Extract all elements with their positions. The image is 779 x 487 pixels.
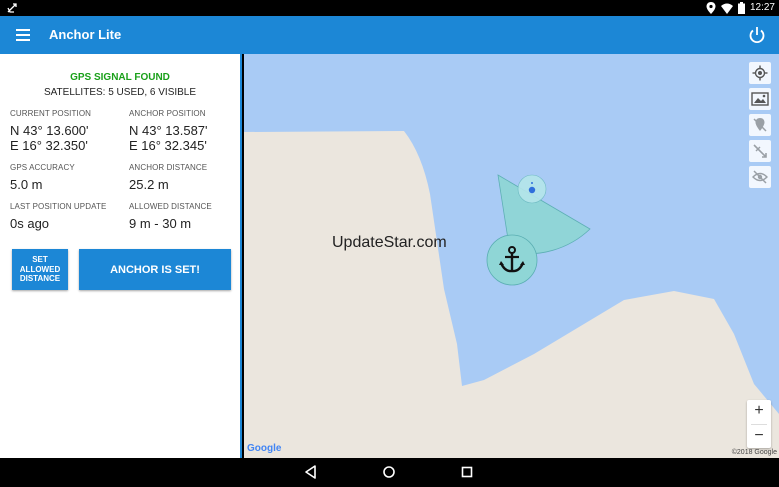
last-position-update: LAST POSITION UPDATE 0s ago <box>10 202 106 231</box>
app-title: Anchor Lite <box>49 27 122 42</box>
anchor-line-icon <box>753 144 767 158</box>
watermark: UpdateStar.com <box>332 234 447 251</box>
anchor-distance: ANCHOR DISTANCE 25.2 m <box>129 163 207 192</box>
map-layers-button[interactable] <box>749 88 771 110</box>
clock: 12:27 <box>749 2 775 13</box>
my-location-icon <box>752 65 768 81</box>
current-position-lat: N 43° 13.600' <box>10 123 89 138</box>
allowed-distance-label: ALLOWED DISTANCE <box>129 202 212 211</box>
my-location-button[interactable] <box>749 62 771 84</box>
allowed-distance-value: 9 m - 30 m <box>129 216 192 231</box>
location-icon <box>706 2 716 14</box>
recents-icon[interactable] <box>459 464 475 480</box>
status-right: 12:27 <box>706 1 775 15</box>
anchor-distance-value: 25.2 m <box>129 177 169 192</box>
anchor-position-lon: E 16° 32.345' <box>129 138 207 153</box>
anchor-position: ANCHOR POSITION N 43° 13.587' E 16° 32.3… <box>129 109 208 153</box>
status-bar: 12:27 <box>0 0 779 16</box>
pin-off-button[interactable] <box>749 114 771 136</box>
anchor-position-lat: N 43° 13.587' <box>129 123 208 138</box>
zoom-in-button[interactable]: + <box>747 400 771 424</box>
map-layers-icon <box>751 92 769 106</box>
google-logo-text: Google <box>247 443 282 454</box>
zoom-controls: + − <box>747 400 771 448</box>
pin-off-icon <box>753 118 767 132</box>
current-position-label: CURRENT POSITION <box>10 109 92 118</box>
last-position-update-value: 0s ago <box>10 216 50 231</box>
current-position-lon: E 16° 32.350' <box>10 138 88 153</box>
gps-accuracy-label: GPS ACCURACY <box>10 163 75 172</box>
satellite-count: SATELLITES: 5 USED, 6 VISIBLE <box>43 87 197 98</box>
current-position: CURRENT POSITION N 43° 13.600' E 16° 32.… <box>10 109 91 153</box>
current-position-dot <box>528 186 536 194</box>
anchor-line-button[interactable] <box>749 140 771 162</box>
anchor-distance-label: ANCHOR DISTANCE <box>129 163 208 172</box>
menu-icon[interactable] <box>14 26 34 44</box>
land-area <box>244 131 779 458</box>
map-copyright: ©2018 Google <box>731 449 777 456</box>
gps-status: GPS SIGNAL FOUND <box>70 72 170 83</box>
map-tools <box>749 62 771 188</box>
app-bar: Anchor Lite <box>0 16 779 54</box>
google-logo: Google <box>247 443 281 454</box>
power-icon[interactable] <box>747 25 767 45</box>
navigation-bar <box>0 458 779 487</box>
map-canvas <box>244 131 779 458</box>
back-icon[interactable] <box>303 464 319 480</box>
visibility-off-icon <box>752 170 768 184</box>
visibility-off-button[interactable] <box>749 166 771 188</box>
anchor-is-set-button[interactable]: ANCHOR IS SET! <box>79 249 231 290</box>
gps-accuracy: GPS ACCURACY 5.0 m <box>10 163 75 192</box>
map-view[interactable]: UpdateStar.com + − Google ©2018 Google <box>244 54 779 458</box>
wifi-icon <box>720 3 733 14</box>
anchor-notification-icon <box>7 3 17 13</box>
set-allowed-distance-button[interactable]: SET ALLOWED DISTANCE <box>12 249 68 290</box>
gps-accuracy-value: 5.0 m <box>10 177 43 192</box>
battery-icon <box>737 2 745 14</box>
last-position-update-label: LAST POSITION UPDATE <box>10 202 107 211</box>
home-icon[interactable] <box>381 464 397 480</box>
app-screen: 12:27 Anchor Lite GPS SIGNAL FOUND SATEL… <box>0 0 779 487</box>
anchor-position-label: ANCHOR POSITION <box>129 109 206 118</box>
anchor-status-panel: GPS SIGNAL FOUND SATELLITES: 5 USED, 6 V… <box>0 54 242 458</box>
allowed-distance: ALLOWED DISTANCE 9 m - 30 m <box>129 202 212 231</box>
zoom-out-button[interactable]: − <box>747 425 771 449</box>
